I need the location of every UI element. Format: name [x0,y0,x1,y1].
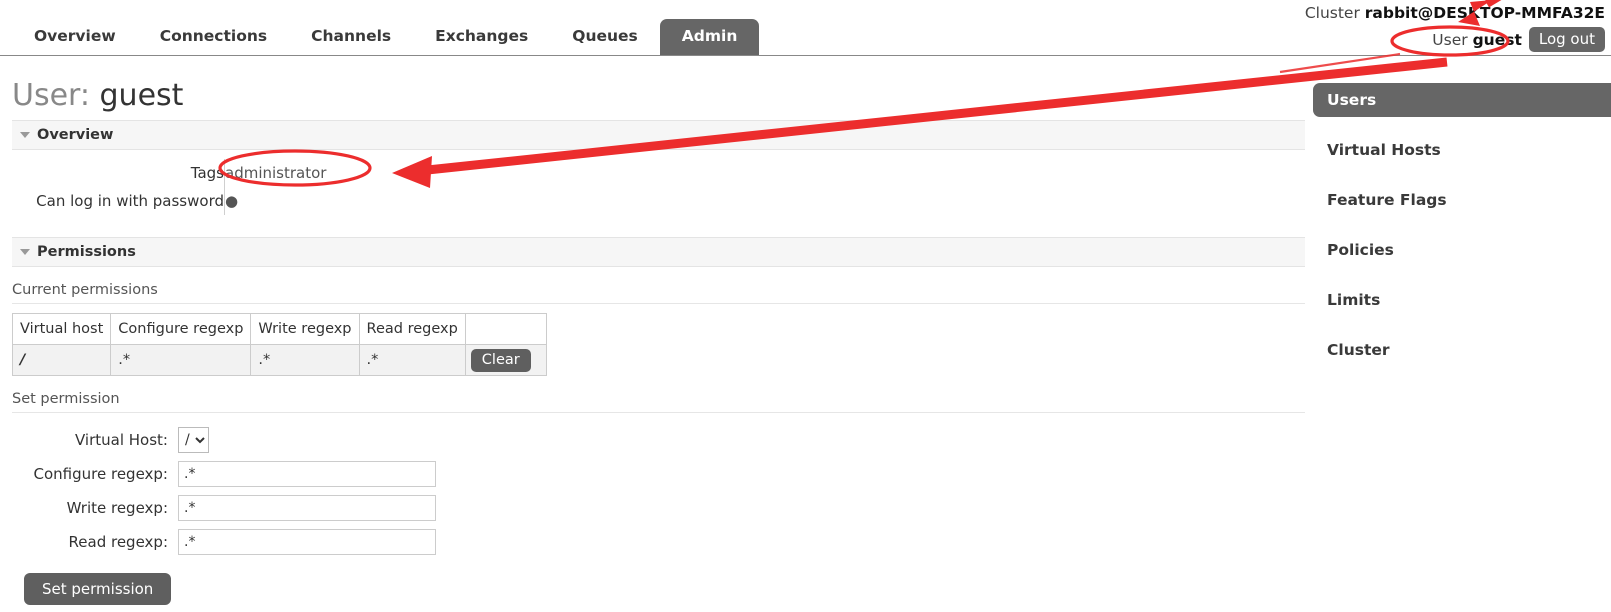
column-virtual-host: Virtual host [11,313,112,345]
section-label-overview: Overview [37,127,114,143]
set-permission-form: Virtual Host: / Configure regexp: Write … [12,427,1305,605]
tab-exchanges[interactable]: Exchanges [413,19,550,55]
read-regexp-input[interactable] [178,529,436,555]
form-row-read-regexp: Read regexp: [12,529,1305,555]
divider [12,303,1305,304]
header-identity: Cluster rabbit@DESKTOP-MMFA32E User gues… [1305,0,1605,52]
chevron-down-icon [20,132,30,138]
tab-admin[interactable]: Admin [659,19,760,55]
user-label: User [1432,30,1468,49]
cell-actions: Clear [464,344,547,376]
write-regexp-input[interactable] [178,495,436,521]
divider [12,412,1305,413]
admin-sidebar: Users Virtual Hosts Feature Flags Polici… [1313,83,1611,383]
sidebar-item-virtual-hosts[interactable]: Virtual Hosts [1313,133,1611,167]
table-body: / .* .* .* Clear [11,344,547,376]
table-row-can-login: Can log in with password ● [12,187,327,215]
section-header-permissions[interactable]: Permissions [12,237,1305,267]
cell-read-regexp: .* [358,344,466,376]
column-write-regexp: Write regexp [250,313,360,345]
page-title-value: guest [99,78,184,113]
page-title: User: guest [12,78,1305,114]
set-permission-button[interactable]: Set permission [24,573,172,605]
set-permission-label: Set permission [12,391,120,407]
form-row-configure-regexp: Configure regexp: [12,461,1305,487]
virtual-host-select[interactable]: / [178,427,209,453]
tab-queues[interactable]: Queues [550,19,660,55]
sidebar-item-feature-flags[interactable]: Feature Flags [1313,183,1611,217]
label-write-regexp: Write regexp: [66,499,168,517]
cell-virtual-host: / [11,344,112,376]
logout-button[interactable]: Log out [1528,27,1605,52]
table-header-row: Virtual host Configure regexp Write rege… [11,313,547,345]
sidebar-item-users[interactable]: Users [1313,83,1611,117]
label-read-regexp: Read regexp: [68,533,168,551]
sidebar-item-cluster[interactable]: Cluster [1313,333,1611,367]
user-overview-table: Tags administrator Can log in with passw… [12,159,327,215]
sidebar-item-limits[interactable]: Limits [1313,283,1611,317]
label-tags: Tags [190,164,224,182]
section-header-overview[interactable]: Overview [12,120,1305,150]
table-header: Virtual host Configure regexp Write rege… [11,313,547,345]
value-can-login: ● [224,187,327,215]
current-permissions-label: Current permissions [12,282,158,298]
cell-configure-regexp: .* [110,344,252,376]
form-row-write-regexp: Write regexp: [12,495,1305,521]
column-actions [464,313,547,345]
table-row-tags: Tags administrator [12,159,327,187]
page-title-prefix: User: [12,78,90,113]
label-configure-regexp: Configure regexp: [33,465,168,483]
configure-regexp-input[interactable] [178,461,436,487]
label-virtual-host: Virtual Host: [75,431,168,449]
cluster-label: Cluster [1304,4,1360,22]
tab-overview[interactable]: Overview [12,19,138,55]
chevron-down-icon [20,249,30,255]
column-read-regexp: Read regexp [358,313,466,345]
clear-permission-button[interactable]: Clear [470,348,531,372]
cluster-name: rabbit@DESKTOP-MMFA32E [1364,4,1605,22]
user-info: User guest Log out [1305,27,1605,52]
user-display: User guest [1432,31,1522,49]
label-can-login: Can log in with password [36,192,224,210]
cell-write-regexp: .* [250,344,360,376]
tab-connections[interactable]: Connections [138,19,289,55]
section-label-permissions: Permissions [37,244,136,260]
main-content: User: guest Overview Tags administrator … [11,64,1305,605]
column-configure-regexp: Configure regexp [110,313,252,345]
table-row: / .* .* .* Clear [11,344,547,376]
sidebar-item-policies[interactable]: Policies [1313,233,1611,267]
value-tags: administrator [224,159,327,187]
cluster-info: Cluster rabbit@DESKTOP-MMFA32E [1305,0,1605,24]
current-permissions-table: Virtual host Configure regexp Write rege… [11,313,547,376]
user-name: guest [1472,30,1522,49]
tab-channels[interactable]: Channels [289,19,413,55]
form-row-virtual-host: Virtual Host: / [12,427,1305,453]
